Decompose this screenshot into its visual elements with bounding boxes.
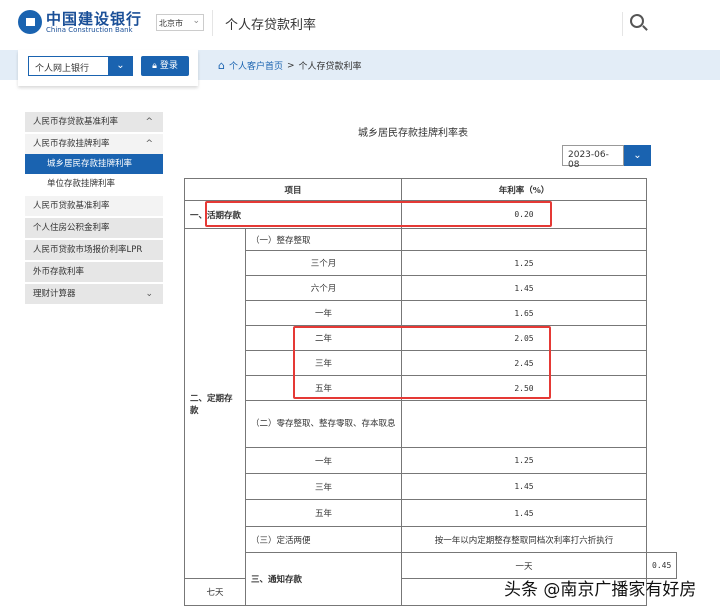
table-row: 三个月 1.25 [185, 250, 677, 276]
row-label: 三、通知存款 [245, 552, 402, 606]
chevron-down-icon: ⌄ [145, 289, 153, 299]
sidebar-item-housing-fund[interactable]: 个人住房公积金利率 [25, 218, 163, 238]
sidebar-item-label: 城乡居民存款挂牌利率 [47, 159, 133, 169]
term: 六个月 [245, 275, 402, 301]
highlight-box [205, 201, 552, 227]
term: 一年 [245, 300, 402, 326]
term: 一年 [245, 447, 402, 474]
breadcrumb-home[interactable]: 个人客户首页 [229, 59, 283, 72]
table-header: 项目 年利率（%） [184, 178, 677, 201]
sidebar: 人民币存贷款基准利率 ^ 人民币存款挂牌利率 ^ 城乡居民存款挂牌利率 单位存款挂牌… [25, 112, 163, 306]
chevron-up-icon: ^ [145, 139, 153, 149]
sidebar-item-deposit-loan-base[interactable]: 人民币存贷款基准利率 ^ [25, 112, 163, 132]
date-select[interactable]: 2023-06-08 [562, 145, 624, 170]
empty-cell [401, 228, 647, 251]
breadcrumb-sep: > [287, 60, 295, 71]
sidebar-item-label: 理财计算器 [33, 289, 76, 299]
table-title: 城乡居民存款挂牌利率表 [358, 128, 468, 139]
login-button[interactable]: 🔒︎ 登录 [141, 56, 189, 76]
chevron-down-icon[interactable]: ⌄ [108, 56, 133, 76]
sidebar-item-foreign[interactable]: 外币存款利率 [25, 262, 163, 282]
chevron-down-icon[interactable]: ⌄ [624, 145, 651, 166]
term: 三个月 [245, 250, 402, 276]
divider [212, 10, 213, 36]
sidebar-item-label: 个人住房公积金利率 [33, 223, 110, 233]
sidebar-item-calculator[interactable]: 理财计算器 ⌄ [25, 284, 163, 304]
login-label: 登录 [159, 61, 178, 71]
table-row: 一年 1.25 [185, 447, 677, 474]
breadcrumb-current: 个人存贷款利率 [298, 62, 362, 72]
breadcrumb: ⌂ 个人客户首页 > 个人存贷款利率 [218, 59, 362, 72]
table-row: 三年 1.45 [185, 473, 677, 500]
table-row: 五年 1.45 [185, 499, 677, 527]
sidebar-item-label: 外币存款利率 [33, 267, 85, 277]
sidebar-item-unit-deposit[interactable]: 单位存款挂牌利率 [25, 174, 163, 194]
watermark: 头条 @南京广播家有好房 [504, 580, 697, 600]
empty-cell [401, 400, 647, 448]
city-select[interactable]: 北京市 ⌄ [156, 14, 204, 31]
chevron-down-icon: ⌄ [192, 16, 200, 26]
table-row: （三）定活两便 按一年以内定期整存整取同档次利率打六折执行 [185, 526, 677, 553]
rate: 按一年以内定期整存整取同档次利率打六折执行 [401, 526, 647, 553]
term: 三年 [245, 473, 402, 500]
group-label: （二）零存整取、整存零取、存本取息 [245, 400, 402, 448]
header: 中国建设银行 China Construction Bank 北京市 ⌄ 个人存贷… [0, 0, 720, 50]
rate: 1.65 [401, 300, 647, 326]
sidebar-item-label: 人民币贷款市场报价利率LPR [33, 245, 143, 255]
rate: 1.45 [401, 275, 647, 301]
rate: 1.25 [401, 250, 647, 276]
search-icon[interactable] [630, 14, 644, 28]
table-row: 一年 1.65 [185, 300, 677, 326]
logo-en: China Construction Bank [46, 26, 133, 34]
sidebar-item-loan-base[interactable]: 人民币贷款基准利率 [25, 196, 163, 216]
home-icon[interactable]: ⌂ [218, 59, 225, 72]
term: 七天 [184, 578, 246, 606]
header-item: 项目 [184, 178, 402, 201]
sidebar-item-deposit-listed[interactable]: 人民币存款挂牌利率 ^ [25, 134, 163, 154]
divider [622, 12, 623, 36]
table-row: （二）零存整取、整存零取、存本取息 [185, 400, 677, 448]
ccb-logo-icon[interactable] [18, 10, 42, 34]
rate: 1.45 [401, 473, 647, 500]
sidebar-item-label: 人民币贷款基准利率 [33, 201, 110, 211]
sidebar-item-lpr[interactable]: 人民币贷款市场报价利率LPR [25, 240, 163, 260]
sidebar-item-resident-deposit[interactable]: 城乡居民存款挂牌利率 [25, 154, 163, 174]
page-title: 个人存贷款利率 [225, 18, 317, 33]
bank-channel-select[interactable]: 个人网上银行 [28, 56, 110, 76]
rate: 1.25 [401, 447, 647, 474]
sidebar-item-label: 单位存款挂牌利率 [47, 179, 116, 189]
chevron-up-icon: ^ [145, 117, 153, 127]
group-label: （一）整存整取 [245, 228, 402, 251]
sidebar-item-label: 人民币存贷款基准利率 [33, 117, 119, 127]
term: 五年 [245, 499, 402, 527]
table-row: 六个月 1.45 [185, 275, 677, 301]
sidebar-item-label: 人民币存款挂牌利率 [33, 139, 110, 149]
city-value: 北京市 [159, 19, 183, 28]
table-row: 二、定期存款 （一）整存整取 [184, 228, 677, 579]
row-label: 二、定期存款 [184, 228, 246, 579]
rate: 1.45 [401, 499, 647, 527]
lock-icon: 🔒︎ [152, 61, 157, 71]
group-label: （三）定活两便 [245, 526, 402, 553]
highlight-box [293, 326, 551, 399]
header-rate: 年利率（%） [401, 178, 647, 201]
